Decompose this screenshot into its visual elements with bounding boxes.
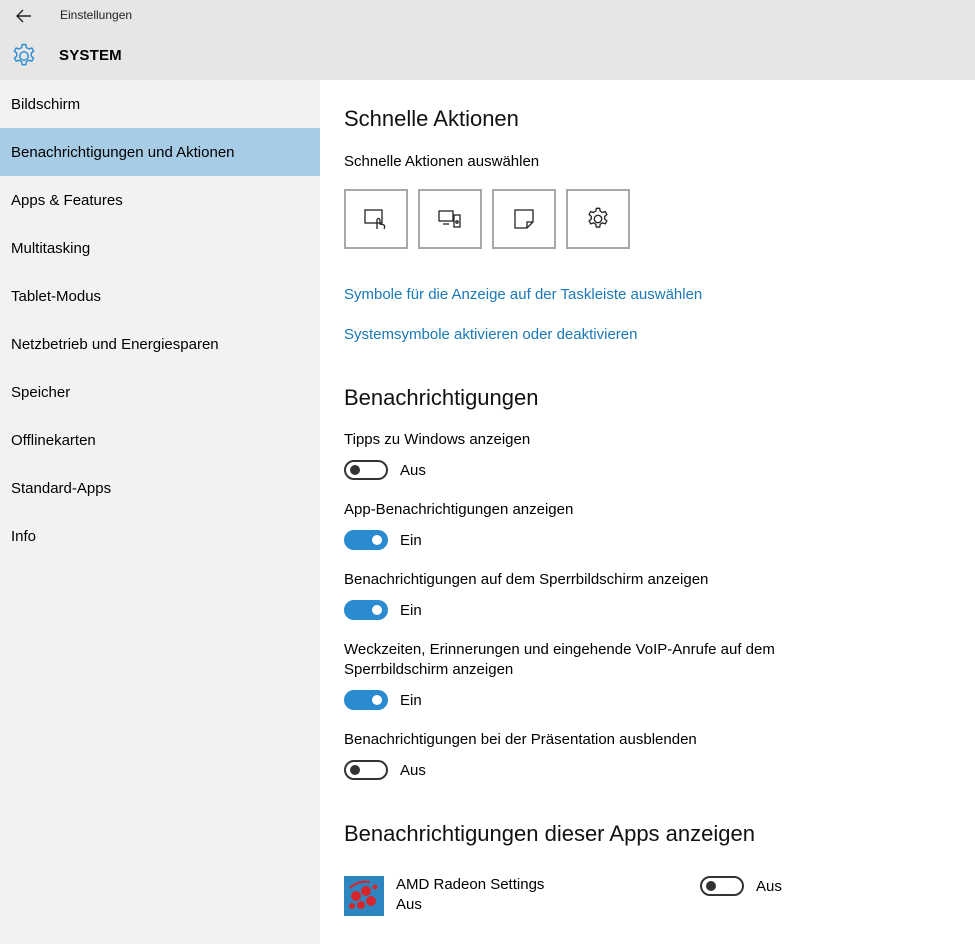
- app-row-amd[interactable]: AMD Radeon Settings Aus Aus: [344, 876, 964, 916]
- sidebar-item-label: Benachrichtigungen und Aktionen: [11, 143, 235, 161]
- sidebar-item-label: Offlinekarten: [11, 431, 96, 449]
- sidebar-item-label: Netzbetrieb und Energiesparen: [11, 335, 219, 353]
- setting-row-presentation: Aus: [344, 760, 426, 780]
- project-icon: [438, 210, 461, 228]
- back-button[interactable]: [9, 4, 39, 28]
- app-status: Aus: [396, 896, 422, 913]
- quick-actions-subheading: Schnelle Aktionen auswählen: [344, 153, 540, 170]
- system-icons-link[interactable]: Systemsymbole aktivieren oder deaktivier…: [344, 326, 637, 343]
- setting-row-app-notifications: Ein: [344, 530, 422, 550]
- sidebar-item-tablet-modus[interactable]: Tablet-Modus: [0, 272, 320, 320]
- taskbar-icons-link[interactable]: Symbole für die Anzeige auf der Taskleis…: [344, 286, 702, 303]
- sidebar-item-benachrichtigungen[interactable]: Benachrichtigungen und Aktionen: [0, 128, 320, 176]
- presentation-toggle[interactable]: [344, 760, 388, 780]
- quick-actions-heading: Schnelle Aktionen: [344, 106, 519, 131]
- toggle-state-label: Ein: [400, 531, 422, 549]
- sidebar-item-bildschirm[interactable]: Bildschirm: [0, 80, 320, 128]
- tablet-mode-icon: [364, 209, 386, 230]
- apps-heading: Benachrichtigungen dieser Apps anzeigen: [344, 821, 755, 846]
- toggle-knob: [372, 605, 382, 615]
- app-toggle-row: Aus: [700, 876, 782, 896]
- back-arrow-icon: [16, 9, 31, 23]
- sidebar-item-info[interactable]: Info: [0, 512, 320, 560]
- toggle-knob: [350, 765, 360, 775]
- toggle-knob: [706, 881, 716, 891]
- setting-label-lockscreen: Benachrichtigungen auf dem Sperrbildschi…: [344, 571, 709, 588]
- toggle-state-label: Ein: [400, 691, 422, 709]
- sidebar-item-label: Multitasking: [11, 239, 91, 257]
- quick-action-settings-button[interactable]: [566, 189, 630, 249]
- settings-gear-icon: [588, 207, 608, 228]
- setting-row-alarms: Ein: [344, 690, 422, 710]
- toggle-knob: [372, 535, 382, 545]
- note-icon: [514, 209, 534, 229]
- toggle-state-label: Aus: [756, 877, 782, 895]
- sidebar-item-label: Tablet-Modus: [11, 287, 102, 305]
- setting-label-alarms-line1: Weckzeiten, Erinnerungen und eingehende …: [344, 641, 775, 658]
- sidebar-item-label: Info: [11, 527, 37, 545]
- gear-icon: [13, 43, 35, 66]
- notifications-heading: Benachrichtigungen: [344, 385, 539, 410]
- sidebar-item-netzbetrieb[interactable]: Netzbetrieb und Energiesparen: [0, 320, 320, 368]
- toggle-knob: [350, 465, 360, 475]
- toggle-state-label: Ein: [400, 601, 422, 619]
- setting-row-lockscreen: Ein: [344, 600, 422, 620]
- main-content: Schnelle Aktionen Schnelle Aktionen ausw…: [344, 80, 964, 944]
- sidebar-item-offlinekarten[interactable]: Offlinekarten: [0, 416, 320, 464]
- setting-label-alarms-line2: Sperrbildschirm anzeigen: [344, 661, 514, 678]
- sidebar-item-label: Speicher: [11, 383, 71, 401]
- toggle-state-label: Aus: [400, 461, 426, 479]
- sidebar-item-label: Standard-Apps: [11, 479, 112, 497]
- title-bar: Einstellungen SYSTEM: [0, 0, 975, 80]
- toggle-knob: [372, 695, 382, 705]
- app-title: Einstellungen: [60, 8, 133, 22]
- section-title: SYSTEM: [59, 47, 122, 64]
- amd-notifications-toggle[interactable]: [700, 876, 744, 896]
- setting-row-tips: Aus: [344, 460, 426, 480]
- sidebar-item-speicher[interactable]: Speicher: [0, 368, 320, 416]
- sidebar-item-label: Apps & Features: [11, 191, 123, 209]
- app-notifications-toggle[interactable]: [344, 530, 388, 550]
- alarms-voip-toggle[interactable]: [344, 690, 388, 710]
- sidebar-item-apps-features[interactable]: Apps & Features: [0, 176, 320, 224]
- setting-label-tips: Tipps zu Windows anzeigen: [344, 431, 531, 448]
- sidebar-item-multitasking[interactable]: Multitasking: [0, 224, 320, 272]
- sidebar-item-label: Bildschirm: [11, 95, 81, 113]
- sidebar: Bildschirm Benachrichtigungen und Aktion…: [0, 80, 320, 944]
- quick-action-project-button[interactable]: [418, 189, 482, 249]
- quick-action-note-button[interactable]: [492, 189, 556, 249]
- sidebar-item-standard-apps[interactable]: Standard-Apps: [0, 464, 320, 512]
- quick-actions-row: [344, 189, 630, 249]
- amd-radeon-icon: [344, 876, 384, 916]
- toggle-state-label: Aus: [400, 761, 426, 779]
- setting-label-app-notifications: App-Benachrichtigungen anzeigen: [344, 501, 574, 518]
- tips-toggle[interactable]: [344, 460, 388, 480]
- setting-label-presentation: Benachrichtigungen bei der Präsentation …: [344, 731, 697, 748]
- app-name: AMD Radeon Settings: [396, 876, 545, 893]
- quick-action-tablet-mode-button[interactable]: [344, 189, 408, 249]
- lockscreen-notifications-toggle[interactable]: [344, 600, 388, 620]
